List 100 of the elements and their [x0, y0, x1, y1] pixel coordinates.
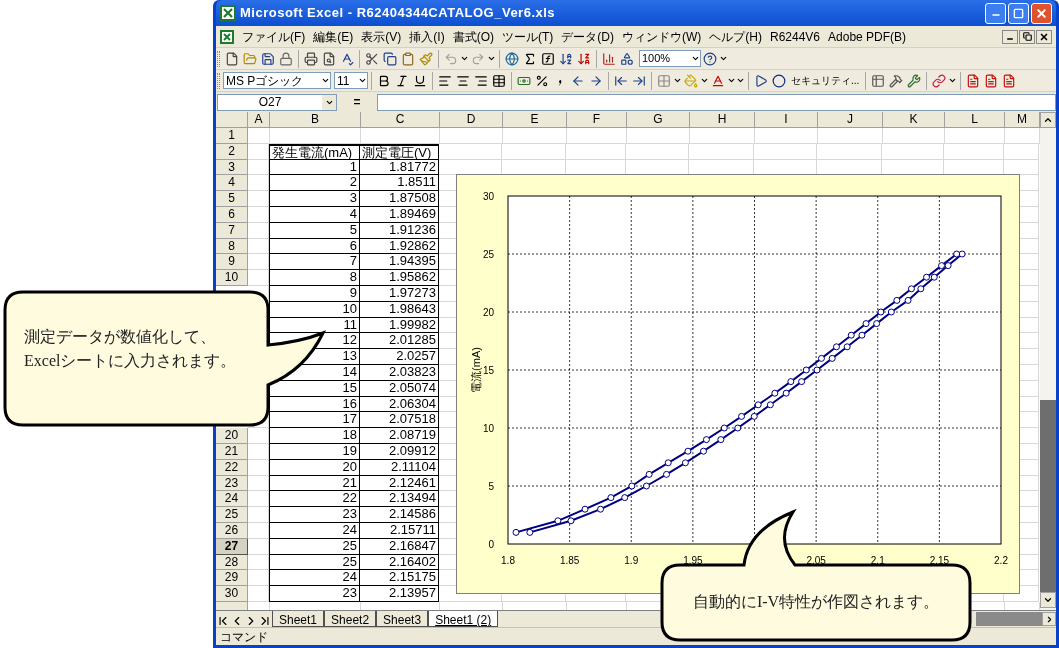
horizontal-scrollbar[interactable]	[976, 611, 1056, 627]
data-point	[681, 459, 689, 467]
sheet-tab[interactable]: Sheet3	[376, 611, 429, 627]
scroll-down-icon[interactable]	[1043, 595, 1053, 605]
menu-item[interactable]: ツール(T)	[498, 26, 558, 47]
table-cell	[1004, 143, 1039, 160]
table-cell: 23	[269, 507, 360, 523]
column-header[interactable]: M	[1005, 112, 1040, 128]
maximize-button[interactable]	[1008, 2, 1029, 24]
table-cell	[248, 538, 269, 555]
menu-item[interactable]: Adobe PDF(B)	[824, 26, 911, 47]
axis-tick-label: 0	[488, 539, 494, 550]
table-cell: 2	[269, 175, 360, 192]
sheet-tab[interactable]: Sheet1	[272, 611, 325, 627]
table-cell: 7	[269, 254, 360, 271]
row-header[interactable]: 20	[216, 428, 248, 444]
row-header[interactable]: 9	[216, 254, 248, 271]
row-header[interactable]: 29	[216, 570, 248, 587]
menu-item[interactable]: ファイル(F)	[238, 26, 310, 47]
caret-icon[interactable]	[719, 54, 728, 63]
table-cell	[755, 128, 818, 144]
table-cell: 2.15711	[360, 522, 439, 539]
caret-icon[interactable]	[460, 54, 469, 63]
axis-tick-label: 25	[482, 249, 494, 260]
vertical-scrollbar[interactable]	[1040, 112, 1056, 610]
caret-icon[interactable]	[487, 54, 496, 63]
caret-icon[interactable]	[673, 76, 682, 85]
callout-text: 自動的にI-V特性が作図されます。	[692, 592, 940, 612]
table-cell	[440, 128, 503, 144]
window-title: Microsoft Excel - R62404344CATALOG_Ver6.xls	[240, 4, 556, 23]
name-box[interactable]: O27	[217, 93, 337, 111]
formula-field[interactable]	[377, 93, 1056, 111]
sheet-tab[interactable]: Sheet2	[324, 611, 377, 627]
column-header[interactable]: F	[567, 112, 627, 128]
menu-item[interactable]: 表示(V)	[357, 26, 406, 47]
maximize-icon	[1013, 7, 1024, 19]
restore-button[interactable]	[1019, 29, 1035, 44]
column-header[interactable]: H	[690, 112, 755, 128]
menu-item[interactable]: R6244V6	[766, 26, 825, 47]
minimize-button[interactable]	[1002, 29, 1018, 44]
row-header[interactable]: 24	[216, 491, 248, 508]
data-point	[554, 517, 562, 525]
column-header[interactable]: A	[248, 112, 270, 128]
column-header[interactable]: B	[270, 112, 361, 128]
column-header[interactable]: K	[883, 112, 945, 128]
table-cell: 19	[269, 443, 360, 460]
column-header[interactable]: E	[503, 112, 567, 128]
data-point	[526, 528, 534, 536]
column-header[interactable]: J	[818, 112, 883, 128]
close-button[interactable]	[1036, 29, 1052, 44]
table-cell	[248, 143, 269, 160]
table-cell: 8	[269, 270, 360, 286]
table-cell: 2.0257	[360, 349, 439, 365]
menu-item[interactable]: データ(D)	[557, 26, 618, 47]
column-header[interactable]: C	[361, 112, 440, 128]
scroll-up-icon[interactable]	[1043, 115, 1053, 125]
table-cell: 17	[269, 412, 360, 429]
axis-tick-label: 1.8	[501, 555, 515, 566]
security-button[interactable]: セキュリティ...	[788, 73, 863, 88]
row-header[interactable]: 4	[216, 175, 248, 192]
close-icon	[1035, 6, 1048, 20]
table-cell: 2.16402	[360, 554, 439, 571]
font-size-field[interactable]: 11	[334, 72, 368, 89]
zoom-field[interactable]: 100%	[639, 50, 701, 67]
column-header[interactable]: D	[440, 112, 503, 128]
row-header[interactable]: 1	[216, 128, 248, 144]
menu-item[interactable]: 挿入(I)	[405, 26, 449, 47]
row-header[interactable]: 25	[216, 507, 248, 523]
table-cell	[248, 428, 269, 444]
data-point	[877, 308, 885, 316]
row-header[interactable]: 30	[216, 586, 248, 602]
row-header[interactable]: 10	[216, 270, 248, 286]
menu-item[interactable]: 編集(E)	[309, 26, 358, 47]
column-header[interactable]: I	[755, 112, 818, 128]
data-point	[893, 296, 901, 304]
font-field[interactable]: MS Pゴシック	[223, 72, 331, 89]
data-point	[766, 401, 774, 409]
column-header[interactable]: L	[945, 112, 1005, 128]
menu-item[interactable]: ヘルプ(H)	[705, 26, 766, 47]
axis-tick-label: 30	[482, 191, 494, 202]
axis-tick-label: 2.05	[806, 555, 826, 566]
data-point	[664, 459, 672, 467]
table-cell: 1	[269, 159, 360, 176]
caret-icon[interactable]	[948, 76, 958, 85]
table-cell	[248, 175, 269, 192]
formula-equals-sign[interactable]: =	[337, 93, 377, 111]
table-cell: 23	[269, 586, 360, 602]
column-header[interactable]: G	[627, 112, 690, 128]
table-cell: 2.11104	[360, 459, 439, 476]
table-cell	[248, 554, 269, 571]
data-point	[720, 424, 728, 432]
table-cell: 2.06304	[360, 396, 439, 413]
table-cell	[248, 475, 269, 492]
workbook-icon[interactable]	[220, 29, 234, 44]
caret-icon[interactable]	[700, 76, 709, 85]
menu-item[interactable]: ウィンドウ(W)	[618, 26, 706, 47]
table-cell: 1.81772	[360, 159, 439, 176]
row-header[interactable]: 5	[216, 191, 248, 207]
menu-item[interactable]: 書式(O)	[448, 26, 498, 47]
sheet-tab[interactable]: Sheet1 (2)	[428, 611, 499, 627]
